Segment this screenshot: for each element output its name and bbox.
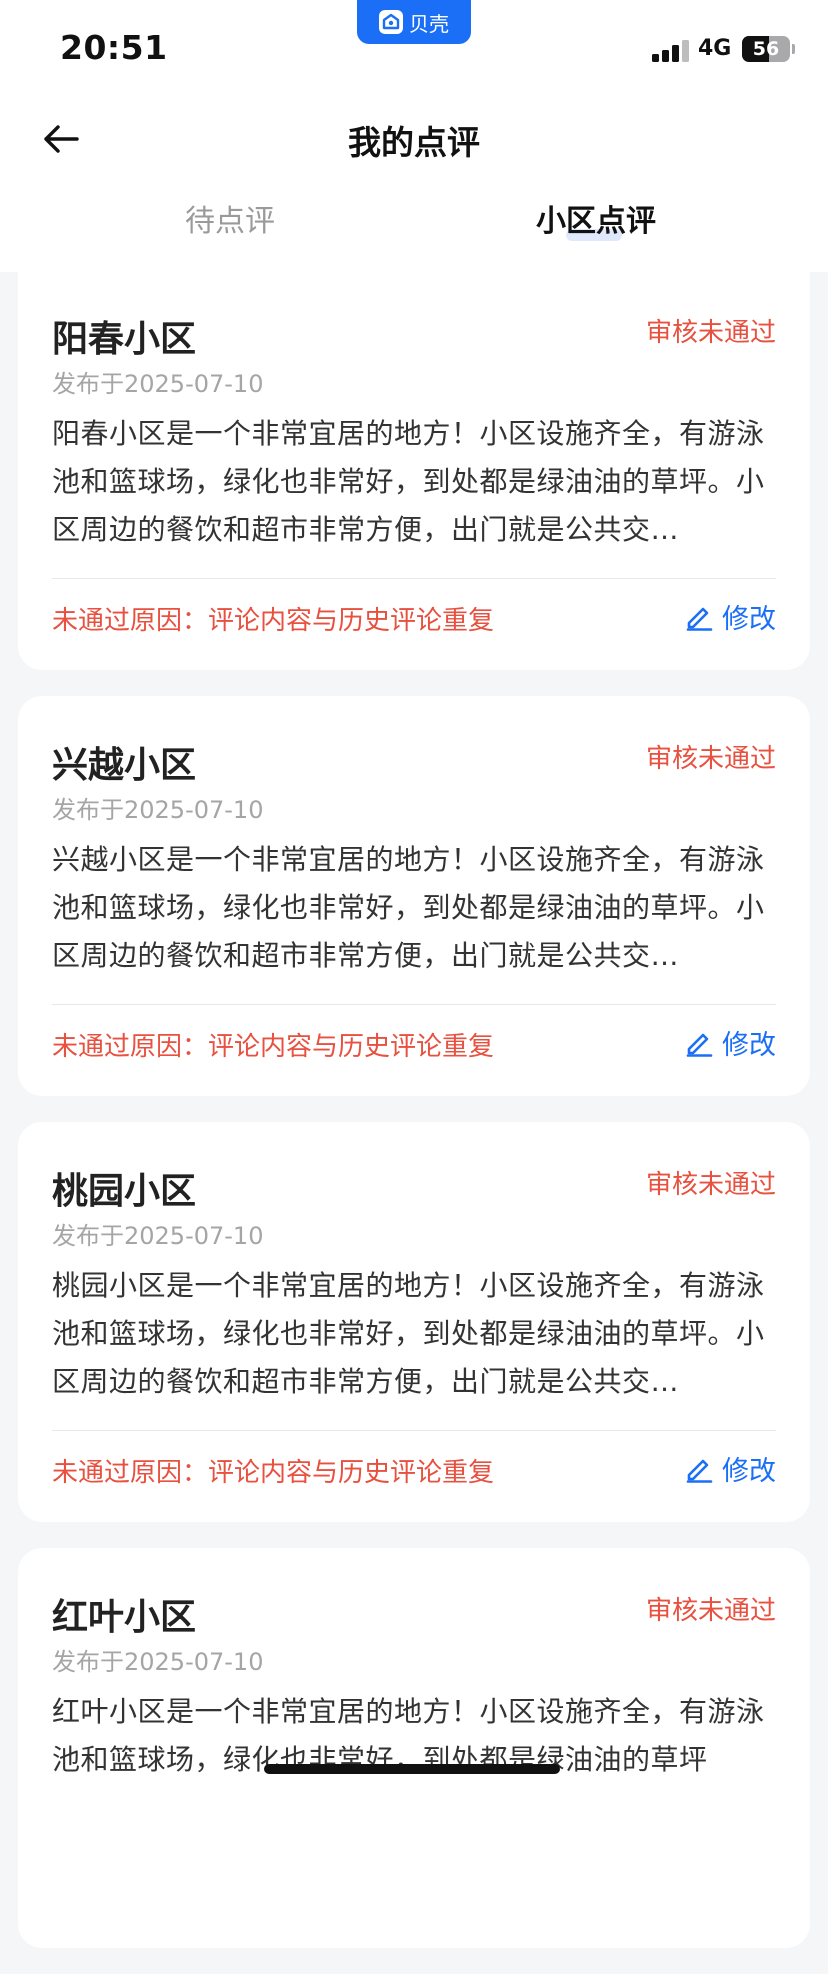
publish-date: 发布于2025-07-10 (52, 370, 264, 398)
status-badge: 审核未通过 (645, 318, 776, 348)
publish-date: 发布于2025-07-10 (52, 796, 264, 824)
battery-cap (792, 44, 795, 54)
publish-date: 发布于2025-07-10 (52, 1222, 264, 1250)
network-type: 4G (698, 36, 732, 61)
edit-button[interactable]: 修改 (684, 596, 776, 636)
tab-community-reviews[interactable]: 小区点评 (516, 196, 676, 240)
review-content: 红叶小区是一个非常宜居的地方！小区设施齐全，有游泳池和篮球场，绿化也非常好，到处… (52, 1695, 765, 1776)
status-time: 20:51 (60, 28, 168, 67)
review-card[interactable]: 桃园小区 审核未通过 发布于2025-07-10 桃园小区是一个非常宜居的地方！… (18, 1122, 810, 1522)
status-badge: 审核未通过 (645, 1596, 776, 1626)
battery-icon: 56 (742, 36, 790, 62)
publish-date: 发布于2025-07-10 (52, 1648, 264, 1676)
top-bar: 20:51 贝壳 4G 56 我的点评 待点评 小区点评 (0, 0, 828, 272)
app-pill-label: 贝壳 (409, 11, 449, 36)
status-badge: 审核未通过 (645, 1170, 776, 1200)
pencil-icon (686, 1459, 713, 1483)
beike-logo-icon (379, 10, 403, 34)
app-return-pill[interactable]: 贝壳 (357, 0, 471, 44)
status-badge: 审核未通过 (645, 744, 776, 774)
rejection-reason: 未通过原因：评论内容与历史评论重复 (52, 606, 495, 636)
card-divider (52, 1004, 776, 1005)
community-name: 兴越小区 (52, 745, 197, 786)
review-content: 阳春小区是一个非常宜居的地方！小区设施齐全，有游泳池和篮球场，绿化也非常好，到处… (52, 417, 765, 546)
review-content: 桃园小区是一个非常宜居的地方！小区设施齐全，有游泳池和篮球场，绿化也非常好，到处… (52, 1269, 765, 1398)
card-divider (52, 578, 776, 579)
status-bar: 20:51 贝壳 4G 56 (0, 0, 828, 100)
home-indicator[interactable] (264, 1764, 560, 1774)
page-title: 我的点评 (348, 123, 480, 162)
review-card[interactable]: 兴越小区 审核未通过 发布于2025-07-10 兴越小区是一个非常宜居的地方！… (18, 696, 810, 1096)
signal-icon (652, 40, 690, 62)
edit-label: 修改 (722, 603, 776, 635)
edit-label: 修改 (722, 1455, 776, 1487)
pencil-icon (686, 1033, 713, 1057)
card-divider (52, 1430, 776, 1431)
tab-pending-reviews[interactable]: 待点评 (150, 196, 310, 240)
community-name: 桃园小区 (52, 1171, 197, 1212)
edit-button[interactable]: 修改 (684, 1022, 776, 1062)
community-name: 阳春小区 (52, 319, 197, 360)
rejection-reason: 未通过原因：评论内容与历史评论重复 (52, 1032, 495, 1062)
pencil-icon (686, 607, 713, 631)
review-content: 兴越小区是一个非常宜居的地方！小区设施齐全，有游泳池和篮球场，绿化也非常好，到处… (52, 843, 765, 972)
rejection-reason: 未通过原因：评论内容与历史评论重复 (52, 1458, 495, 1488)
review-card[interactable]: 红叶小区 审核未通过 发布于2025-07-10 红叶小区是一个非常宜居的地方！… (18, 1548, 810, 1948)
review-card[interactable]: 阳春小区 审核未通过 发布于2025-07-10 阳春小区是一个非常宜居的地方！… (18, 246, 810, 670)
edit-label: 修改 (722, 1029, 776, 1061)
edit-button[interactable]: 修改 (684, 1448, 776, 1488)
battery-level: 56 (752, 38, 780, 60)
community-name: 红叶小区 (52, 1597, 197, 1638)
review-list: 阳春小区 审核未通过 发布于2025-07-10 阳春小区是一个非常宜居的地方！… (18, 246, 810, 1974)
